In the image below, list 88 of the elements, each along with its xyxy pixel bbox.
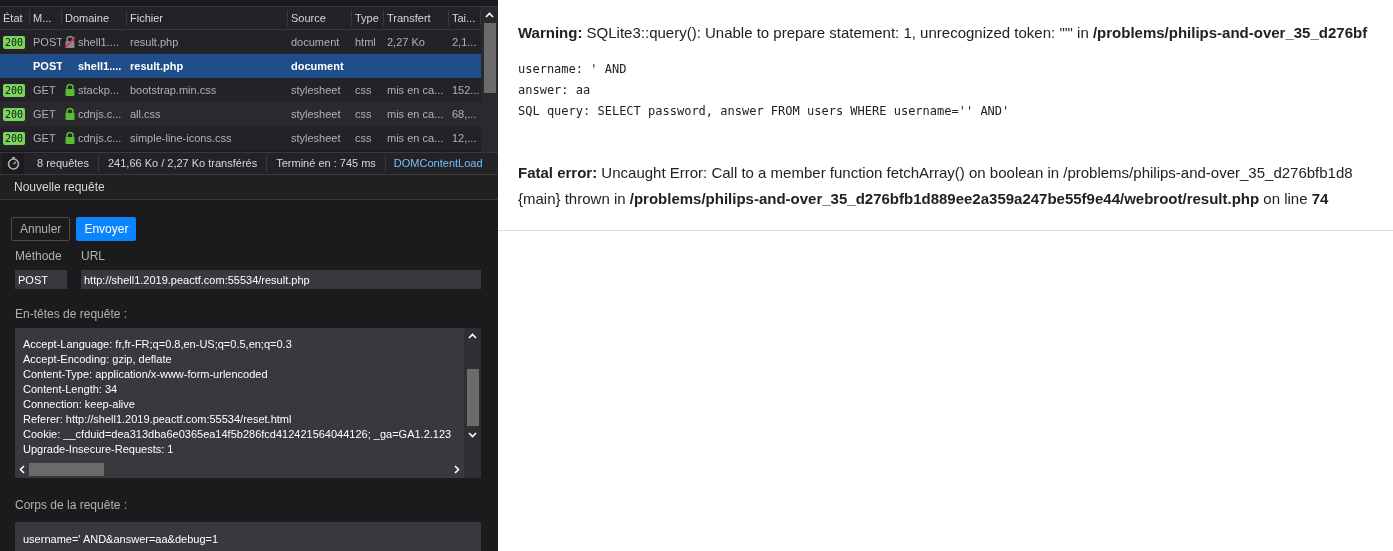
summary-text: Terminé en : 745 ms bbox=[267, 155, 386, 172]
cancel-button[interactable]: Annuler bbox=[11, 217, 71, 241]
error-message: {main} thrown in /problems/philips-and-over_35_d276bfb1d889ee2a359a247be55f9e44/webroot/result.php on line 74 bbox=[518, 188, 1329, 209]
table-cell-text: mis en ca... bbox=[387, 130, 444, 146]
panel-title: Nouvelle requête bbox=[14, 179, 105, 196]
table-cell-text: simple-line-icons.css bbox=[130, 130, 232, 146]
table-cell-text: shell1.... bbox=[78, 34, 119, 50]
table-cell-text: bootstrap.min.css bbox=[130, 82, 217, 98]
table-cell-text: result.php bbox=[130, 58, 184, 74]
header-line: Accept-Encoding: gzip, deflate bbox=[23, 352, 172, 367]
scroll-up-icon[interactable] bbox=[468, 333, 477, 339]
table-cell-text: 2,27 Ko bbox=[387, 34, 425, 50]
headers-field[interactable] bbox=[15, 328, 481, 478]
url-label: URL bbox=[81, 248, 105, 265]
table-cell-text: GET bbox=[33, 106, 56, 122]
scroll-right-icon[interactable] bbox=[454, 465, 460, 474]
warning-message: Warning: SQLite3::query(): Unable to prepare statement: 1, unrecognized token: "'" in /problems/philips-and-over_35_d276bf bbox=[518, 23, 1369, 43]
request-row[interactable]: 200 GET cdnjs.c... all.css stylesheet css mis en ca... 68,... bbox=[0, 102, 481, 126]
table-cell-text: POST bbox=[33, 34, 62, 50]
table-cell-text: document bbox=[291, 58, 344, 74]
table-cell-text: css bbox=[355, 82, 372, 98]
table-cell-text: all.css bbox=[130, 106, 161, 122]
status-badge: 200 bbox=[3, 35, 26, 49]
header-line: Connection: keep-alive bbox=[23, 397, 135, 412]
debug-line: username: ' AND bbox=[518, 60, 627, 78]
send-button[interactable]: Envoyer bbox=[76, 217, 137, 241]
summary-text: 8 requêtes bbox=[28, 155, 99, 172]
scrollbar-thumb[interactable] bbox=[483, 23, 496, 93]
table-cell-text: GET bbox=[33, 82, 56, 98]
table-cell-text: 12,... bbox=[452, 130, 477, 146]
method-field[interactable]: POST bbox=[15, 270, 67, 289]
header-line: Content-Length: 34 bbox=[23, 382, 118, 397]
header-line: Content-Type: application/x-www-form-urlencoded bbox=[23, 367, 268, 382]
table-cell-text: 68,... bbox=[452, 106, 477, 122]
scrollbar[interactable] bbox=[481, 7, 498, 152]
request-row[interactable]: POST shell1.... result.php document bbox=[0, 54, 481, 78]
table-cell-text: stylesheet bbox=[291, 130, 341, 146]
request-row[interactable]: 200 GET cdnjs.c... simple-line-icons.css stylesheet css mis en ca... 12,... bbox=[0, 126, 481, 150]
body-field[interactable]: username=' AND&answer=aa&debug=1 bbox=[15, 522, 481, 551]
column-header[interactable]: Domaine bbox=[62, 9, 127, 27]
column-header[interactable]: Transfert bbox=[384, 9, 449, 27]
column-header[interactable]: Fichier bbox=[127, 9, 288, 27]
table-cell-text: stylesheet bbox=[291, 106, 341, 122]
summary-text: 241,66 Ko / 2,27 Ko transférés bbox=[99, 155, 268, 172]
table-cell-text: mis en ca... bbox=[387, 82, 444, 98]
column-header[interactable]: Type bbox=[352, 9, 384, 27]
error-message: Fatal error: Uncaught Error: Call to a member function fetchArray() on boolean in /problems/philips-and-over_35_d276bfb1d8 bbox=[518, 162, 1353, 183]
column-header[interactable]: État bbox=[0, 9, 30, 27]
scroll-left-icon[interactable] bbox=[19, 465, 25, 474]
status-badge: 200 bbox=[3, 131, 26, 145]
header-line: Upgrade-Insecure-Requests: 1 bbox=[23, 442, 174, 457]
table-cell-text: cdnjs.c... bbox=[78, 106, 122, 122]
table-cell-text: GET bbox=[33, 130, 56, 146]
body-label: Corps de la requête : bbox=[14, 497, 129, 514]
scrollbar-thumb[interactable] bbox=[29, 463, 104, 476]
debug-line: answer: aa bbox=[518, 81, 591, 99]
table-cell-text: 2,1... bbox=[452, 34, 477, 50]
request-row[interactable]: 200 GET stackp... bootstrap.min.css stylesheet css mis en ca... 152... bbox=[0, 78, 481, 102]
timing-link[interactable]: DOMContentLoad bbox=[385, 155, 483, 172]
table-cell-text: cdnjs.c... bbox=[78, 130, 122, 146]
table-cell-text: 152... bbox=[452, 82, 480, 98]
header-line: Cookie: __cfduid=dea313dba6e0365ea14f5b286fcd412421564044126; _ga=GA1.2.123 bbox=[23, 427, 452, 442]
method-label: Méthode bbox=[15, 248, 63, 265]
table-cell-text: mis en ca... bbox=[387, 106, 444, 122]
column-header[interactable]: M... bbox=[30, 9, 62, 27]
scroll-down-icon[interactable] bbox=[468, 432, 477, 438]
scroll-up-icon[interactable] bbox=[485, 12, 494, 18]
table-cell-text: shell1.... bbox=[78, 58, 122, 74]
table-cell-text: html bbox=[355, 34, 376, 50]
column-header[interactable]: Source bbox=[288, 9, 352, 27]
table-cell-text: css bbox=[355, 106, 372, 122]
table-cell-text: stylesheet bbox=[291, 82, 341, 98]
debug-line: SQL query: SELECT password, answer FROM users WHERE username='' AND' bbox=[518, 102, 1010, 120]
table-cell-text: result.php bbox=[130, 34, 179, 50]
scrollbar-thumb[interactable] bbox=[466, 369, 479, 426]
status-badge: 200 bbox=[3, 107, 26, 121]
stopwatch-icon[interactable] bbox=[6, 157, 20, 170]
headers-label: En-têtes de requête : bbox=[14, 306, 129, 323]
status-badge: 200 bbox=[3, 83, 26, 97]
header-line: Referer: http://shell1.2019.peactf.com:55534/reset.html bbox=[23, 412, 292, 427]
header-line: Accept-Language: fr,fr-FR;q=0.8,en-US;q=0.5,en;q=0.3 bbox=[23, 337, 292, 352]
table-cell-text: stackp... bbox=[78, 82, 119, 98]
table-cell-text: document bbox=[291, 34, 340, 50]
url-field[interactable]: http://shell1.2019.peactf.com:55534/result.php bbox=[81, 270, 481, 289]
table-cell-text: css bbox=[355, 130, 372, 146]
request-row[interactable]: 200 POST shell1.... result.php document html 2,27 Ko 2,1... bbox=[0, 30, 481, 54]
table-cell-text: POST bbox=[33, 58, 62, 74]
body-text: username=' AND&answer=aa&debug=1 bbox=[23, 533, 219, 545]
